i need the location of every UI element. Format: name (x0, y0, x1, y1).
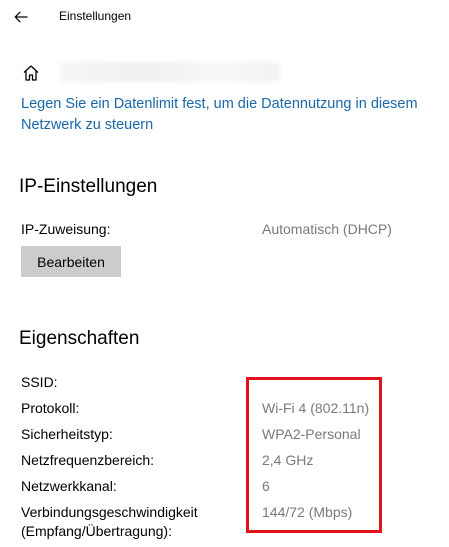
frequency-band-label: Netzfrequenzbereich: (21, 452, 155, 468)
ip-assignment-label: IP-Zuweisung: (21, 221, 111, 237)
link-speed-label: Verbindungsgeschwindigkeit (21, 504, 198, 520)
highlight-box (246, 377, 382, 533)
ip-settings-heading: IP-Einstellungen (19, 176, 158, 197)
obscured-page-header (60, 62, 280, 82)
link-speed-label-line2: (Empfang/Übertragung): (21, 523, 172, 539)
back-button[interactable] (8, 4, 34, 30)
home-button[interactable] (18, 60, 44, 86)
network-channel-label: Netzwerkkanal: (21, 478, 117, 494)
security-type-label: Sicherheitstyp: (21, 426, 113, 442)
window-title: Einstellungen (59, 9, 132, 23)
edit-button[interactable]: Bearbeiten (21, 246, 121, 277)
home-icon (23, 65, 39, 81)
properties-heading: Eigenschaften (19, 328, 140, 349)
ssid-label: SSID: (21, 374, 58, 390)
arrow-left-icon (14, 11, 28, 23)
set-data-limit-link[interactable]: Legen Sie ein Datenlimit fest, um die Da… (21, 94, 441, 136)
ip-assignment-value: Automatisch (DHCP) (262, 221, 392, 237)
protocol-label: Protokoll: (21, 400, 80, 416)
title-bar: Einstellungen (0, 0, 449, 34)
